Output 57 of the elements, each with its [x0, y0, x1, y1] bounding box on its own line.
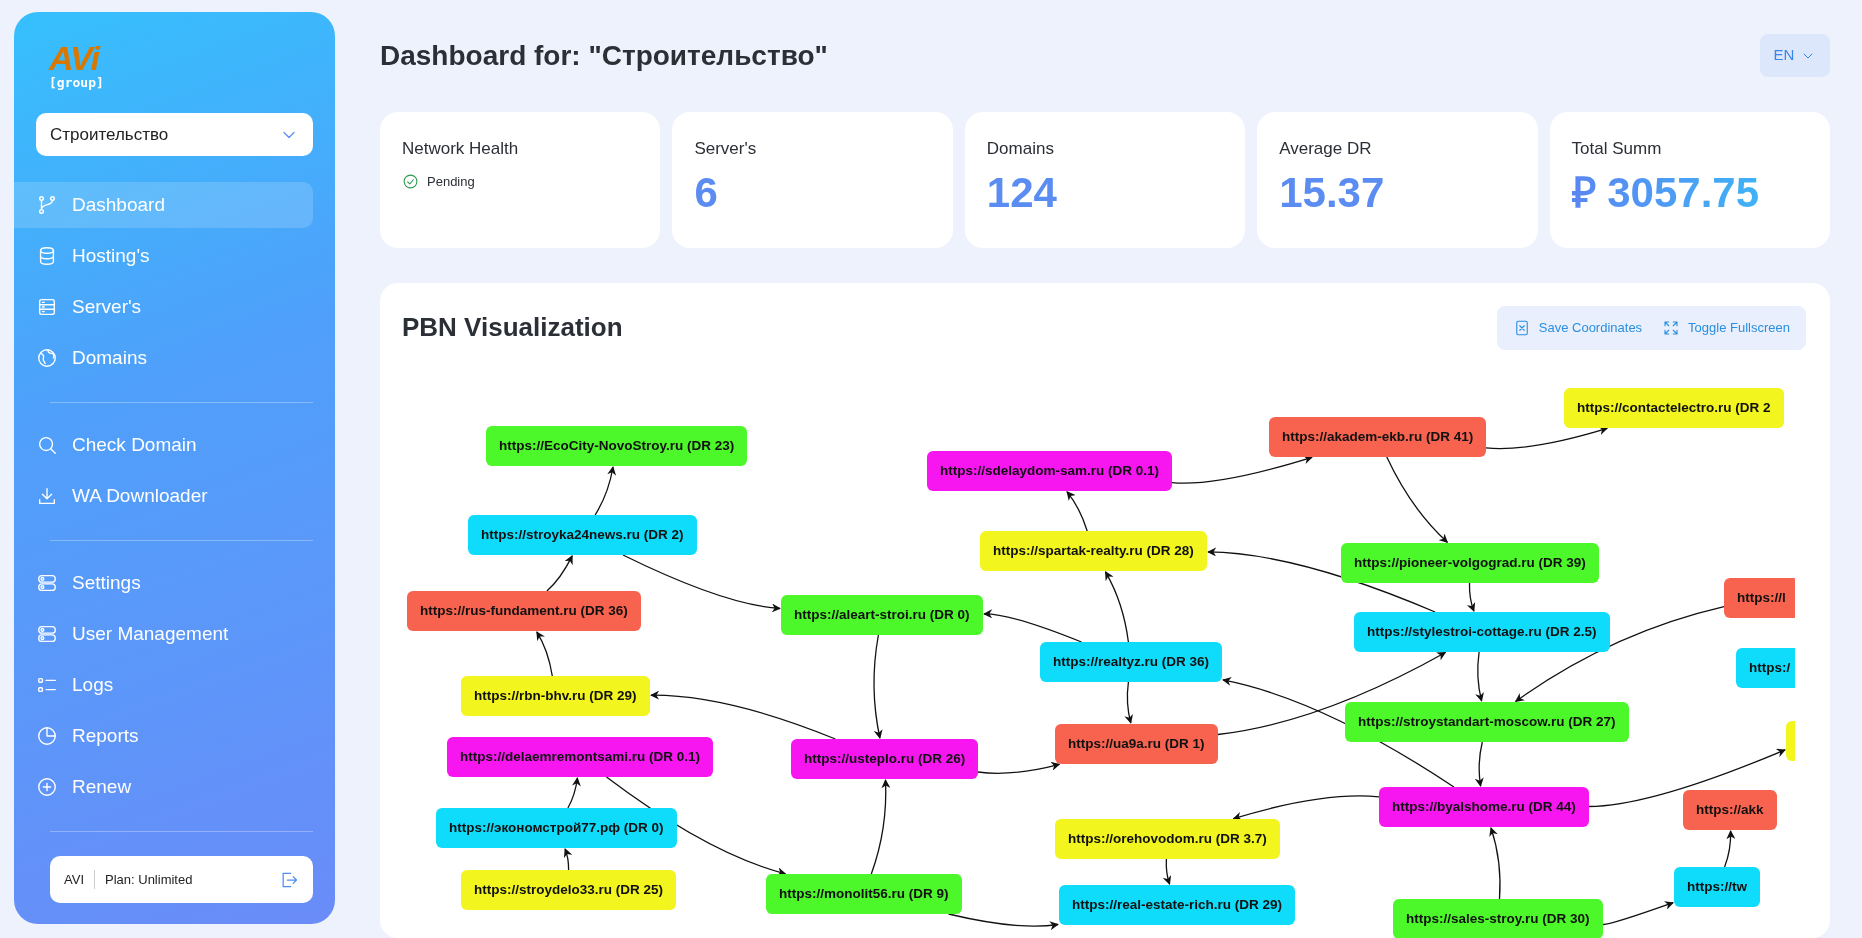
domain-node: https:/	[1736, 648, 1795, 688]
stat-label: Network Health	[402, 138, 519, 160]
domain-node: https://ua9a.ru (DR 1)	[1055, 724, 1218, 764]
page-title: Dashboard for: "Строительство"	[380, 38, 828, 73]
sidebar-item[interactable]: Domains	[14, 335, 313, 381]
stat-label: Domains	[986, 138, 1054, 160]
domain-node: https://real-estate-rich.ru (DR 29)	[1059, 885, 1296, 925]
toolbar-button[interactable]: Toggle Fullscreen	[1654, 314, 1798, 342]
stat-value: 15.37	[1279, 169, 1385, 216]
domain-node: https://usteplo.ru (DR 26)	[791, 739, 979, 779]
language-dropdown[interactable]: EN	[1760, 34, 1830, 77]
domain-node: https://akk	[1683, 790, 1777, 830]
sidebar-item[interactable]: Check Domain	[14, 422, 313, 468]
sidebar-item[interactable]: WA Downloader	[14, 473, 313, 519]
stat-label: Server's	[694, 138, 757, 160]
domain-node: https://экономстрой77.рф (DR 0)	[436, 808, 677, 848]
domain-node: https://pioneer-volgograd.ru (DR 39)	[1341, 543, 1599, 583]
domain-node: https://rus-fundament.ru (DR 36)	[407, 591, 641, 631]
domain-node: https://stroystandart-moscow.ru (DR 27)	[1345, 702, 1629, 742]
sidebar-item[interactable]: User Management	[14, 611, 313, 657]
stat-label: Average DR	[1279, 138, 1372, 160]
domain-node: https://tw	[1674, 867, 1760, 907]
domain-node: https://akadem-ekb.ru (DR 41)	[1269, 417, 1487, 457]
project-select[interactable]: Строительство	[36, 113, 313, 156]
domain-node: https://rbn-bhv.ru (DR 29)	[461, 676, 650, 716]
toolbar-button[interactable]: Save Coordinates	[1504, 314, 1651, 342]
domain-node: https://l	[1724, 578, 1795, 618]
stat-value: 124	[986, 169, 1057, 216]
sidebar-item[interactable]: Settings	[14, 560, 313, 606]
stat-value: 6	[694, 169, 718, 216]
domain-node: https://spartak-realty.ru (DR 28)	[980, 531, 1207, 571]
status-text: Pending	[427, 172, 475, 191]
stat-label: Total Summ	[1571, 138, 1662, 160]
domain-node: https://sdelaydom-sam.ru (DR 0.1)	[927, 451, 1173, 491]
domain-node: https://stylestroi-cottage.ru (DR 2.5)	[1354, 612, 1610, 652]
domain-node: https://stroyka24news.ru (DR 2)	[468, 515, 697, 555]
panel-title: PBN Visualization	[402, 312, 623, 344]
domain-node: https://EcoCity-NovoStroy.ru (DR 23)	[486, 426, 748, 466]
sidebar-item[interactable]: Reports	[14, 713, 313, 759]
logo-tagline: [group]	[49, 76, 104, 89]
plan-label: Plan: Unlimited	[105, 870, 193, 889]
domain-node: https://stroydelo33.ru (DR 25)	[461, 870, 677, 910]
sidebar-item[interactable]: Dashboard	[14, 182, 313, 228]
user-name: AVI	[64, 869, 95, 890]
domain-node: https://realtyz.ru (DR 36)	[1040, 642, 1223, 682]
domain-node: https://delaemremontsami.ru (DR 0.1)	[447, 737, 714, 777]
domain-node: https://orehovodom.ru (DR 3.7)	[1055, 819, 1280, 859]
domain-node: https://aleart-stroi.ru (DR 0)	[781, 595, 983, 635]
sidebar-item[interactable]: Logs	[14, 662, 313, 708]
domain-node: https://contactelectro.ru (DR 2	[1564, 388, 1784, 428]
sidebar-item[interactable]: Renew	[14, 764, 313, 810]
domain-node: https://sales-stroy.ru (DR 30)	[1393, 899, 1603, 938]
sidebar-item[interactable]: Hosting's	[14, 233, 313, 279]
domain-node: https://monolit56.ru (DR 9)	[766, 874, 962, 914]
domain-node: https://byalshome.ru (DR 44)	[1379, 787, 1589, 827]
logo-wordmark: AVi	[49, 41, 99, 75]
sidebar-item[interactable]: Server's	[14, 284, 313, 330]
